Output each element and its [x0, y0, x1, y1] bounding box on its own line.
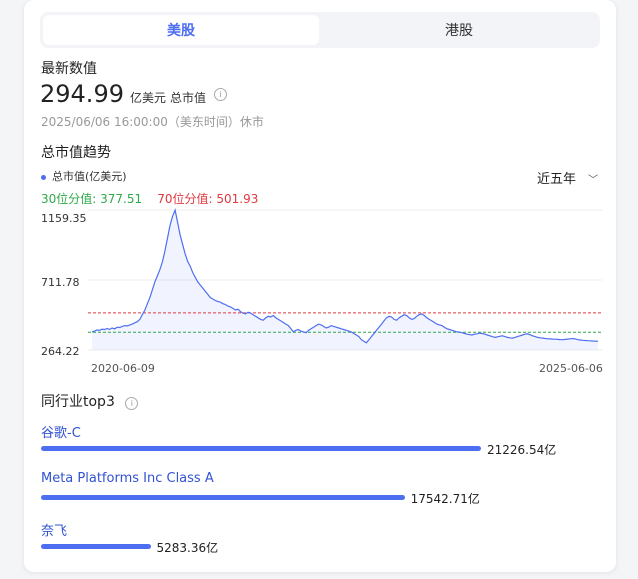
latest-metric-label: 总市值: [170, 91, 207, 105]
x-label-end: 2025-06-06: [539, 362, 603, 375]
market-cap-card: 美股 港股 最新数值 294.99 亿美元 总市值 i 2025/06/06 1…: [24, 0, 616, 572]
latest-value-row: 294.99 亿美元 总市值 i: [40, 80, 228, 108]
p70-label: 70位分值: 501.93: [157, 192, 259, 206]
peer-bar: [41, 446, 481, 451]
percentile-labels: 30位分值: 377.51 70位分值: 501.93: [41, 188, 258, 207]
info-icon[interactable]: i: [214, 87, 228, 101]
tab-us-stocks[interactable]: 美股: [43, 15, 319, 45]
legend-label: 总市值(亿美元): [52, 170, 127, 183]
range-select-value: 近五年: [537, 172, 577, 187]
p30-label: 30位分值: 377.51: [41, 192, 143, 206]
y-tick-bottom: 264.22: [41, 345, 80, 358]
timestamp: 2025/06/06 16:00:00（美东时间）休市: [41, 115, 264, 129]
peer-bar: [41, 495, 405, 500]
y-tick-top: 1159.35: [41, 212, 87, 225]
peer-value: 21226.54亿: [487, 443, 557, 457]
legend-dot-icon: [41, 174, 46, 180]
peer-name[interactable]: 奈飞: [41, 520, 67, 539]
info-icon[interactable]: i: [125, 397, 139, 410]
chevron-down-icon: ﹀: [588, 175, 599, 186]
trend-title: 总市值趋势: [41, 145, 111, 161]
peer-value: 17542.71亿: [410, 492, 480, 506]
peer-name[interactable]: Meta Platforms Inc Class A: [41, 471, 214, 486]
y-tick-mid: 711.78: [41, 276, 80, 289]
x-label-start: 2020-06-09: [91, 362, 155, 375]
latest-value: 294.99: [40, 80, 124, 108]
latest-value-label: 最新数值: [41, 61, 97, 77]
tab-hk-stocks[interactable]: 港股: [321, 15, 597, 45]
market-tabs: 美股 港股: [40, 12, 600, 48]
peer-name[interactable]: 谷歌-C: [41, 422, 81, 441]
range-dropdown[interactable]: 近五年 ﹀: [537, 168, 598, 187]
peer-bar: [41, 544, 151, 549]
chart-legend: 总市值(亿美元): [41, 168, 127, 184]
trend-chart: [88, 208, 602, 351]
peers-title-text: 同行业top3: [41, 394, 115, 410]
peers-title: 同行业top3 i: [41, 391, 139, 411]
latest-value-unit: 亿美元: [129, 91, 166, 105]
peer-value: 5283.36亿: [156, 541, 219, 555]
